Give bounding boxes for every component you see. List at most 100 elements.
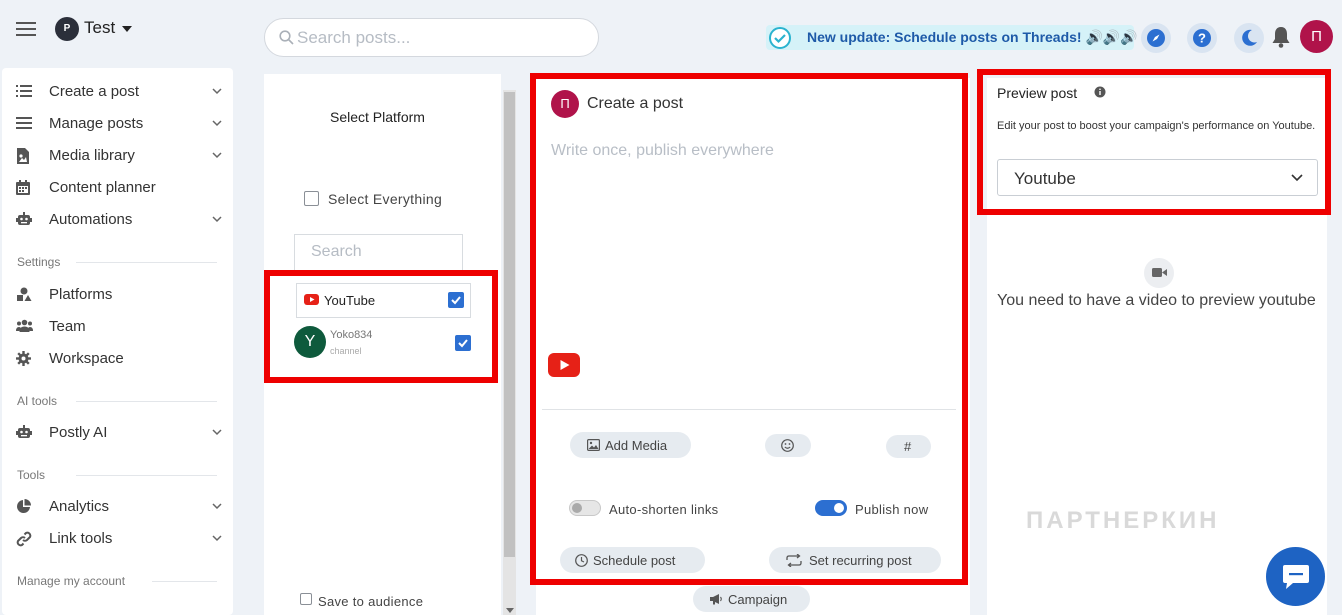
sidebar-item-manage-posts[interactable]: Manage posts [16,112,222,136]
clock-icon [575,554,588,567]
video-camera-icon [1144,258,1174,288]
check-icon [458,339,468,348]
moon-icon [1242,29,1257,46]
post-author-avatar: П [551,90,579,118]
workspace-name[interactable]: Test [84,18,115,38]
image-icon [587,439,600,451]
hamburger-menu-icon[interactable] [16,20,38,38]
search-posts-input[interactable] [297,28,577,48]
toggle-knob [572,503,582,513]
sidebar-item-postly-ai[interactable]: Postly AI [16,421,222,445]
question-icon: ? [1193,29,1211,47]
preview-empty-message: You need to have a video to preview yout… [997,292,1316,309]
sidebar-item-label: Content planner [49,179,156,196]
campaign-label: Campaign [728,592,788,607]
auto-shorten-label[interactable]: Auto-shorten links [609,502,718,517]
divider [152,581,217,582]
preview-description: Edit your post to boost your campaign's … [997,120,1316,132]
sidebar-item-label: Automations [49,211,133,228]
check-circle-icon [768,26,792,50]
add-media-button[interactable]: Add Media [570,432,691,458]
watermark: ПАРТНЕРКИН [1026,507,1220,534]
compass-icon [1147,29,1165,47]
sidebar-item-link-tools[interactable]: Link tools [16,527,222,551]
platform-panel-scrollbar[interactable] [503,90,516,615]
sidebar-item-create-post[interactable]: Create a post [16,80,222,104]
sidebar-item-analytics[interactable]: Analytics [16,495,222,519]
menu-icon [16,116,32,130]
create-post-title: Create a post [587,95,684,112]
youtube-logo-icon [548,353,580,377]
update-banner[interactable]: New update: Schedule posts on Threads! 🔊… [766,25,1138,50]
platform-search-field[interactable] [294,234,463,272]
account-name: Yoko834 [330,329,373,341]
preview-platform-value: Youtube [1014,169,1076,188]
youtube-platform-checkbox[interactable] [448,292,464,308]
section-label-settings: Settings [17,255,61,269]
info-icon[interactable] [1094,86,1106,98]
bell-icon [1272,27,1290,48]
divider [76,262,217,263]
divider [76,475,217,476]
section-label-ai-tools: AI tools [17,394,58,408]
select-everything-checkbox[interactable] [304,191,319,206]
scrollbar-thumb[interactable] [504,92,515,557]
chevron-down-icon [212,152,222,159]
platform-name: YouTube [324,293,376,308]
account-type: channel [330,346,362,356]
sidebar-item-automations[interactable]: Automations [16,208,222,232]
youtube-logo-icon [304,294,319,305]
save-to-audience-checkbox[interactable] [300,593,312,605]
sidebar: Create a post Manage posts Media library… [2,68,233,615]
caret-down-icon[interactable] [121,25,133,33]
user-avatar[interactable]: П [1300,20,1333,53]
calendar-icon [16,180,30,195]
sidebar-item-content-planner[interactable]: Content planner [16,176,222,200]
platform-search-input[interactable] [311,243,461,261]
svg-text:?: ? [1198,31,1206,46]
scroll-down-arrow-icon[interactable] [506,608,514,613]
divider [76,401,217,402]
post-content-textarea[interactable] [551,142,941,342]
sidebar-item-workspace[interactable]: Workspace [16,347,222,371]
gear-icon [16,351,31,366]
preview-platform-select[interactable]: Youtube [997,159,1318,196]
platform-row-youtube[interactable]: YouTube [296,283,471,318]
repeat-icon [786,554,802,567]
sidebar-item-platforms[interactable]: Platforms [16,283,222,307]
chat-support-button[interactable] [1266,547,1325,606]
compass-button[interactable] [1141,23,1171,53]
auto-shorten-toggle[interactable] [569,500,601,516]
workspace-avatar[interactable]: P [55,17,79,41]
help-button[interactable]: ? [1187,23,1217,53]
publish-now-label[interactable]: Publish now [855,502,928,517]
publish-now-toggle[interactable] [815,500,847,516]
update-text: New update: Schedule posts on Threads! 🔊… [807,29,1138,45]
search-icon [279,30,294,45]
save-to-audience-label[interactable]: Save to audience [318,594,423,609]
chat-icon [1283,565,1309,589]
schedule-post-button[interactable]: Schedule post [560,547,705,573]
search-posts-field[interactable] [264,18,599,57]
pie-chart-icon [16,499,31,514]
account-checkbox[interactable] [455,335,471,351]
select-everything-label[interactable]: Select Everything [328,191,442,207]
sidebar-item-team[interactable]: Team [16,315,222,339]
hashtag-button[interactable]: # [886,435,931,458]
list-icon [16,84,32,98]
dark-mode-button[interactable] [1234,23,1264,53]
chevron-down-icon [212,429,222,436]
notifications-button[interactable] [1270,25,1292,49]
toggle-knob [834,503,844,513]
campaign-button[interactable]: Campaign [693,586,810,612]
emoji-button[interactable] [765,434,811,457]
shapes-icon [16,287,32,302]
robot-icon [16,425,32,439]
smile-icon [781,439,794,452]
chevron-down-icon [212,503,222,510]
sidebar-item-media-library[interactable]: Media library [16,144,222,168]
check-icon [451,296,461,305]
set-recurring-post-button[interactable]: Set recurring post [769,547,941,573]
chevron-down-icon [212,120,222,127]
file-image-icon [16,148,30,164]
